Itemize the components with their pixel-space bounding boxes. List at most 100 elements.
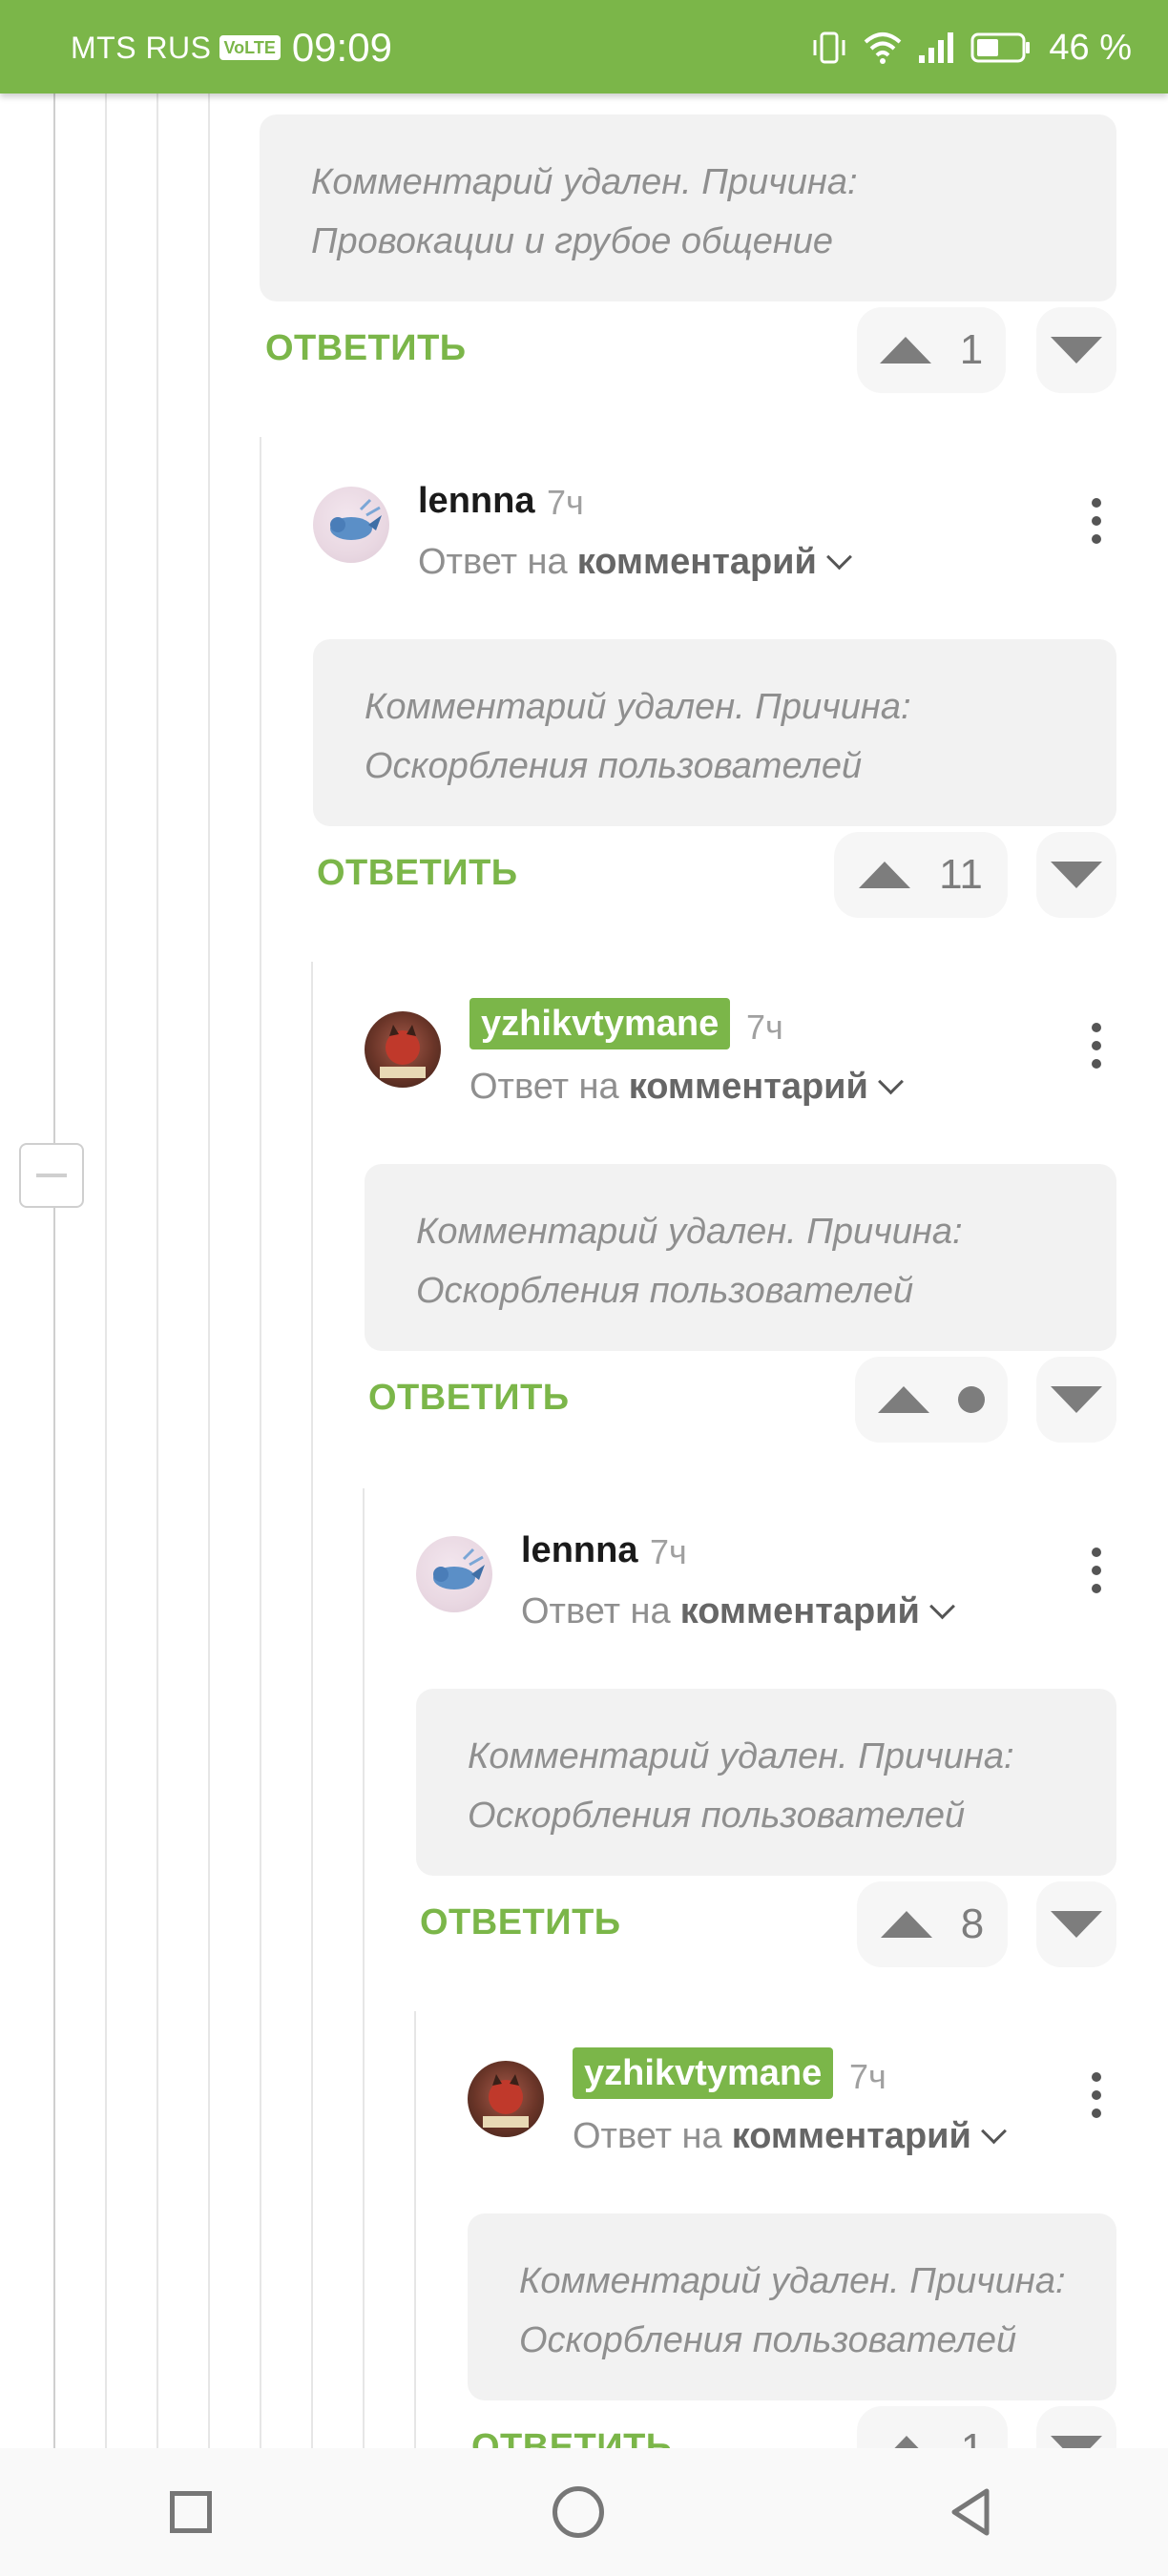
reply-to[interactable]: Ответ на комментарий	[573, 2116, 1007, 2157]
carrier-name: MTS RUS	[71, 30, 212, 65]
deleted-comment-notice: Комментарий удален. Причина: Оскорбления…	[313, 639, 1116, 826]
deleted-reason-line: Комментарий удален. Причина:	[365, 687, 911, 727]
bird-icon	[330, 498, 382, 540]
signal-icon	[919, 32, 954, 63]
collapse-thread-button[interactable]	[19, 1143, 84, 1208]
cat-icon	[380, 1025, 426, 1078]
deleted-reason-line: Комментарий удален. Причина:	[468, 1736, 1014, 1776]
score: 8	[960, 1901, 985, 1947]
more-options-icon[interactable]	[1092, 498, 1101, 544]
upvote-control[interactable]: 1	[857, 307, 1006, 393]
reply-button[interactable]: ОТВЕТИТЬ	[368, 1378, 570, 1419]
user-avatar[interactable]	[365, 1011, 441, 1088]
chevron-down-icon[interactable]	[825, 544, 852, 571]
score: 11	[939, 851, 983, 898]
comment-time: 7ч	[746, 1008, 783, 1047]
reply-to-prefix: Ответ на	[573, 2116, 722, 2156]
vibrate-icon	[813, 31, 845, 64]
deleted-reason-line: Комментарий удален. Причина:	[416, 1212, 963, 1252]
upvote-icon[interactable]	[878, 1386, 929, 1413]
reply-to-link[interactable]: комментарий	[577, 542, 817, 583]
deleted-reason-line: Оскорбления пользователей	[519, 2320, 1017, 2360]
recent-apps-icon[interactable]	[170, 2491, 213, 2533]
thread-line	[156, 93, 158, 2448]
thread-line	[105, 93, 107, 2448]
system-nav-bar	[0, 2448, 1168, 2576]
deleted-reason-line: Провокации и грубое общение	[311, 221, 834, 261]
thread-line	[414, 2011, 416, 2448]
downvote-icon	[1051, 1386, 1102, 1413]
user-avatar[interactable]	[416, 1536, 492, 1612]
wifi-icon	[865, 32, 902, 64]
comment-time: 7ч	[547, 483, 584, 522]
user-avatar[interactable]	[468, 2061, 544, 2137]
username[interactable]: yzhikvtymane	[573, 2047, 834, 2099]
reply-to-link[interactable]: комментарий	[732, 2116, 971, 2157]
downvote-button[interactable]	[1036, 307, 1116, 393]
reply-to-link[interactable]: комментарий	[680, 1591, 920, 1632]
thread-line	[363, 1488, 365, 2448]
upvote-control[interactable]	[855, 1357, 1008, 1443]
comment-time: 7ч	[849, 2057, 886, 2096]
reply-to-prefix: Ответ на	[469, 1067, 619, 1107]
more-options-icon[interactable]	[1092, 1023, 1101, 1069]
more-options-icon[interactable]	[1092, 2072, 1101, 2118]
upvote-control[interactable]: 11	[834, 832, 1008, 918]
deleted-reason-line: Оскорбления пользователей	[416, 1271, 914, 1311]
thread-line	[208, 93, 210, 2448]
reply-to-prefix: Ответ на	[521, 1591, 671, 1631]
user-avatar[interactable]	[313, 487, 389, 563]
upvote-control[interactable]: 8	[857, 1881, 1008, 1967]
thread-line	[311, 962, 313, 2448]
deleted-comment-notice: Комментарий удален. Причина: Оскорбления…	[468, 2213, 1116, 2400]
score: 1	[959, 326, 984, 373]
cat-icon	[483, 2074, 529, 2128]
deleted-reason-line: Оскорбления пользователей	[468, 1796, 966, 1836]
back-icon[interactable]	[945, 2485, 998, 2539]
upvote-icon[interactable]	[879, 337, 931, 364]
deleted-comment-notice: Комментарий удален. Причина: Оскорбления…	[416, 1689, 1116, 1876]
reply-to[interactable]: Ответ на комментарий	[521, 1591, 955, 1632]
upvote-icon[interactable]	[880, 1911, 932, 1938]
downvote-icon	[1051, 1911, 1102, 1938]
reply-button[interactable]: ОТВЕТИТЬ	[317, 853, 518, 894]
comment-time: 7ч	[650, 1532, 687, 1571]
username[interactable]: lennna	[418, 481, 534, 522]
reply-to-prefix: Ответ на	[418, 542, 568, 582]
home-icon[interactable]	[552, 2486, 604, 2538]
chevron-down-icon[interactable]	[877, 1069, 904, 1095]
deleted-reason-line: Комментарий удален. Причина:	[519, 2261, 1066, 2301]
downvote-icon	[1051, 337, 1102, 364]
thread-line	[53, 93, 55, 2448]
volte-badge: VoLTE	[219, 35, 281, 60]
reply-to-link[interactable]: комментарий	[629, 1067, 868, 1108]
username[interactable]: yzhikvtymane	[469, 998, 731, 1049]
reply-button[interactable]: ОТВЕТИТЬ	[420, 1902, 621, 1943]
chevron-down-icon[interactable]	[980, 2118, 1007, 2145]
comment-header: yzhikvtymane 7ч Ответ на комментарий	[365, 998, 1115, 1126]
reply-to[interactable]: Ответ на комментарий	[469, 1067, 904, 1108]
comment-header: lennna 7ч Ответ на комментарий	[313, 481, 1115, 601]
battery-percent: 46 %	[1049, 27, 1132, 68]
comment-header: yzhikvtymane 7ч Ответ на комментарий	[468, 2047, 1115, 2175]
username[interactable]: lennna	[521, 1530, 637, 1571]
downvote-button[interactable]	[1036, 832, 1116, 918]
bird-icon	[433, 1548, 485, 1589]
reply-button[interactable]: ОТВЕТИТЬ	[265, 328, 467, 369]
downvote-button[interactable]	[1036, 1881, 1116, 1967]
downvote-button[interactable]	[1036, 1357, 1116, 1443]
thread-line	[260, 437, 261, 2448]
comment-header: lennna 7ч Ответ на комментарий	[416, 1530, 1115, 1651]
deleted-reason-line: Оскорбления пользователей	[365, 746, 863, 786]
clock: 09:09	[291, 25, 392, 70]
deleted-comment-notice: Комментарий удален. Причина: Оскорбления…	[365, 1164, 1116, 1351]
chevron-down-icon[interactable]	[928, 1593, 955, 1620]
upvote-icon[interactable]	[859, 862, 911, 888]
battery-icon	[970, 32, 1031, 63]
downvote-icon	[1051, 862, 1102, 888]
deleted-comment-notice: Комментарий удален. Причина: Провокации …	[260, 114, 1116, 301]
more-options-icon[interactable]	[1092, 1548, 1101, 1593]
deleted-reason-line: Комментарий удален. Причина:	[311, 162, 858, 202]
reply-to[interactable]: Ответ на комментарий	[418, 542, 852, 583]
score-hidden-dot	[958, 1386, 985, 1413]
